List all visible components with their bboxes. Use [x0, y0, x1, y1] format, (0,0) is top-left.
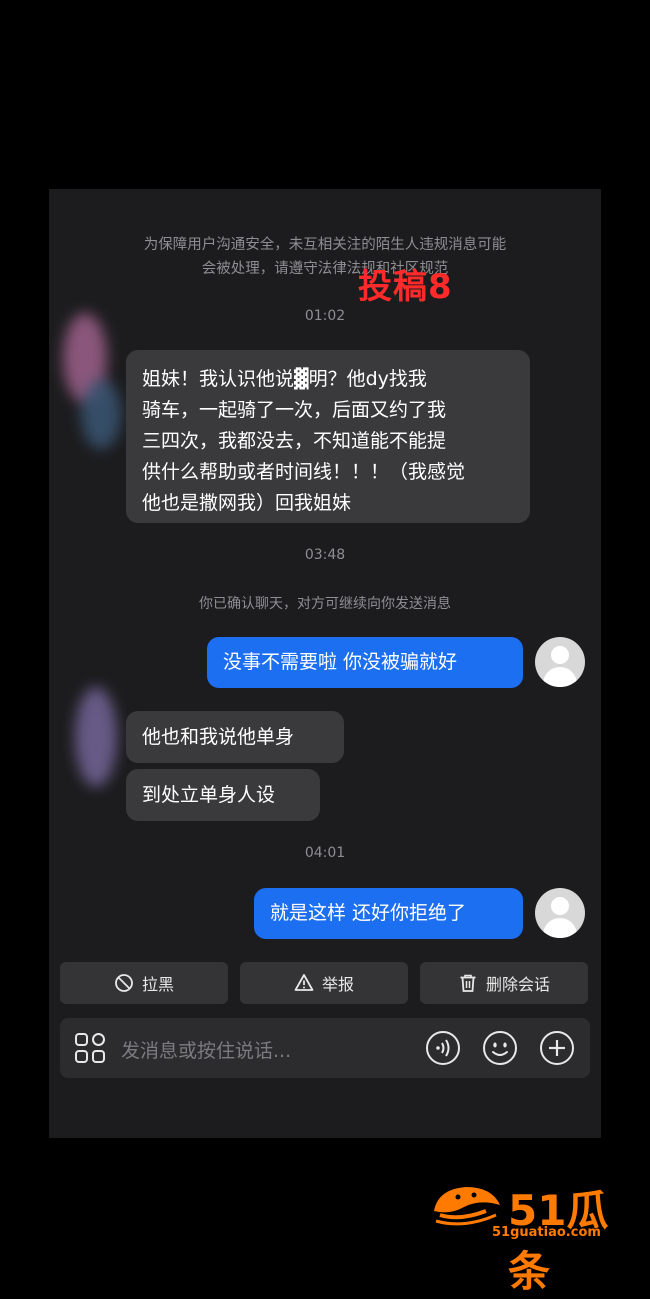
safety-notice-line-1: 为保障用户沟通安全，未互相关注的陌生人违规消息可能 [143, 237, 507, 253]
safety-notice: 为保障用户沟通安全，未互相关注的陌生人违规消息可能 会被处理，请遵守法律法规和社… [89, 233, 561, 281]
watermark-url: 51guatiao.com [492, 1225, 601, 1240]
emoji-icon[interactable] [482, 1030, 518, 1066]
block-icon [115, 974, 133, 992]
message-line: 骑车，一起骑了一次，后面又约了我 [142, 399, 447, 421]
message-line: 姐妹！我认识他说▓明？他dy找我 [142, 368, 427, 390]
warning-icon [294, 974, 314, 991]
timestamp: 03:48 [304, 547, 346, 563]
plus-icon[interactable] [539, 1030, 575, 1066]
block-button[interactable]: 拉黑 [60, 962, 228, 1004]
message-text: 就是这样 还好你拒绝了 [270, 902, 467, 924]
my-avatar[interactable] [535, 888, 585, 938]
system-message: 你已确认聊天，对方可继续向你发送消息 [199, 596, 451, 612]
trash-icon [460, 974, 476, 992]
delete-conversation-button[interactable]: 删除会话 [420, 962, 588, 1004]
message-input-bar: 发消息或按住说话... [60, 1018, 590, 1078]
outgoing-message[interactable]: 就是这样 还好你拒绝了 [254, 888, 523, 939]
message-line: 三四次，我都没去，不知道能不能提 [142, 430, 447, 452]
apps-grid-icon[interactable] [72, 1030, 108, 1066]
safety-notice-line-2: 会被处理，请遵守法律法规和社区规范 [201, 261, 449, 277]
message-text: 他也和我说他单身 [142, 726, 295, 748]
melon-logo-icon [434, 1187, 500, 1226]
voice-icon[interactable] [425, 1030, 461, 1066]
site-watermark: 51瓜条 51guatiao.com [430, 1175, 630, 1296]
submission-stamp: 投稿8 [358, 267, 453, 307]
delete-conversation-label: 删除会话 [485, 975, 550, 994]
message-text: 没事不需要啦 你没被骗就好 [223, 651, 458, 673]
chat-screen: 为保障用户沟通安全，未互相关注的陌生人违规消息可能 会被处理，请遵守法律法规和社… [49, 189, 601, 1138]
report-label: 举报 [321, 975, 354, 994]
timestamp: 01:02 [304, 308, 346, 324]
incoming-message[interactable]: 到处立单身人设 [126, 769, 320, 821]
incoming-message[interactable]: 他也和我说他单身 [126, 711, 344, 763]
incoming-message[interactable]: 姐妹！我认识他说▓明？他dy找我 骑车，一起骑了一次，后面又约了我 三四次，我都… [126, 350, 530, 523]
message-input[interactable]: 发消息或按住说话... [121, 1036, 291, 1063]
message-line: 供什么帮助或者时间线！！！（我感觉 [142, 461, 466, 483]
blurred-avatar [71, 677, 127, 807]
report-button[interactable]: 举报 [240, 962, 408, 1004]
block-label: 拉黑 [141, 975, 174, 994]
message-line: 他也是撒网我）回我姐妹 [142, 492, 352, 514]
timestamp: 04:01 [304, 845, 346, 861]
outgoing-message[interactable]: 没事不需要啦 你没被骗就好 [207, 637, 523, 688]
blurred-avatar [57, 309, 127, 449]
my-avatar[interactable] [535, 637, 585, 687]
message-text: 到处立单身人设 [142, 784, 276, 806]
